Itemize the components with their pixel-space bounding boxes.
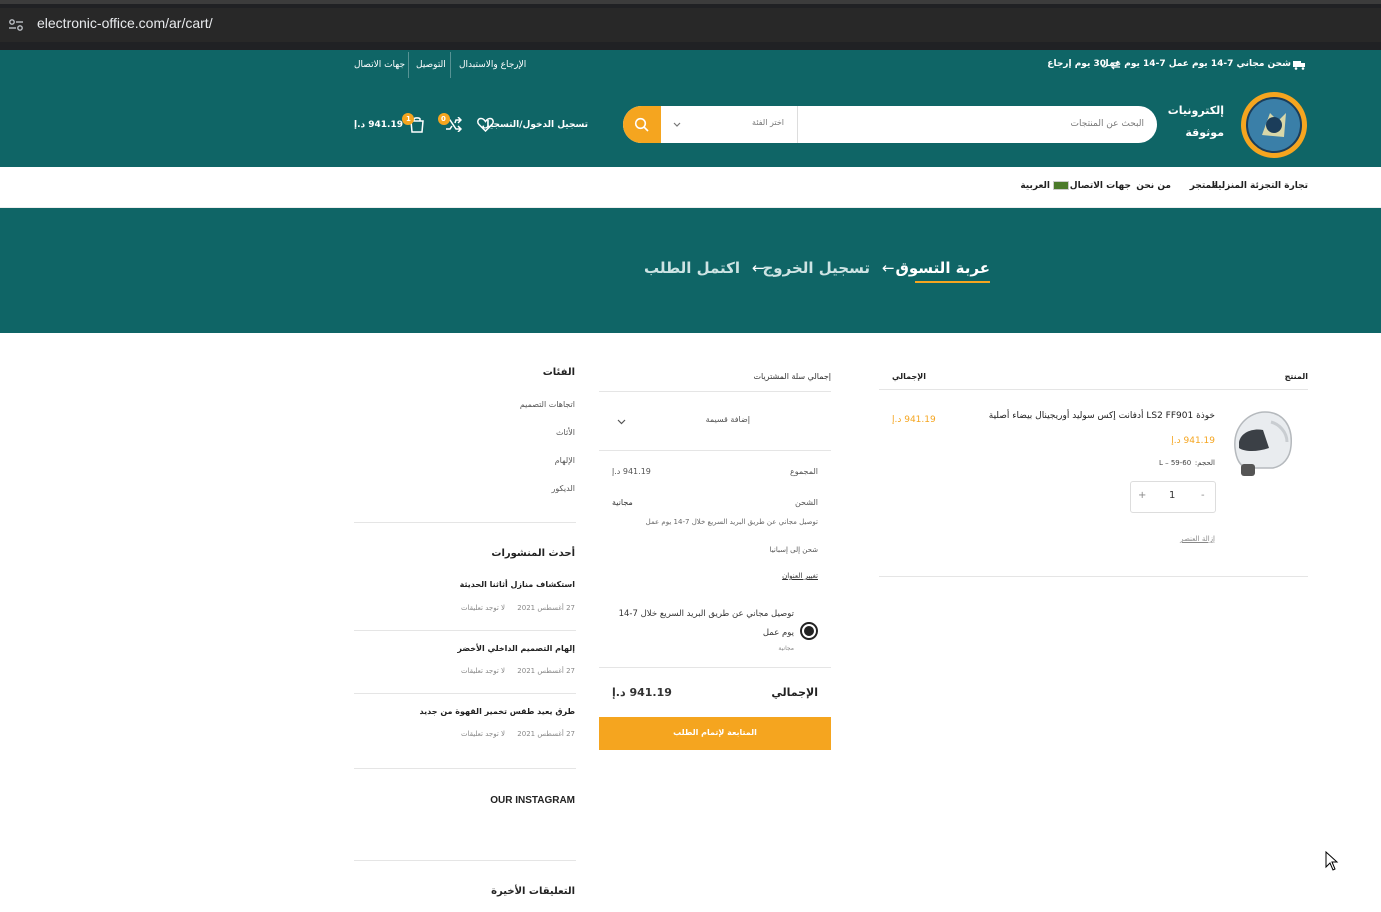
divider: [599, 391, 831, 392]
nav-item-about[interactable]: من نحن: [1136, 181, 1171, 191]
step-checkout[interactable]: تسجيل الخروج: [763, 259, 871, 277]
post-title[interactable]: إلهام التصميم الداخلي الأخضر: [457, 644, 575, 653]
cart-totals-heading: إجمالي سلة المشتريات: [753, 372, 831, 381]
cart-total[interactable]: 941.19 د.إ: [354, 120, 403, 130]
post-comments[interactable]: لا توجد تعليقات: [461, 604, 505, 612]
shipping-option-label-1: توصيل مجاني عن طريق البريد السريع خلال 7…: [618, 609, 794, 619]
add-coupon-toggle[interactable]: إضافة قسيمة: [706, 415, 750, 424]
active-step-underline: [915, 281, 990, 283]
nav-item-home-retail[interactable]: تجارة التجزئة المنزلية: [1213, 181, 1308, 191]
top-link-contact[interactable]: جهات الاتصال: [354, 60, 405, 70]
top-link-delivery[interactable]: التوصيل: [416, 60, 446, 70]
divider: [450, 52, 451, 78]
divider: [599, 667, 831, 668]
product-image[interactable]: [1227, 408, 1295, 480]
category-link[interactable]: الإلهام: [555, 456, 575, 465]
categories-heading: الفئات: [542, 367, 575, 378]
subtotal-label: المجموع: [790, 467, 818, 476]
qty-value[interactable]: 1: [1169, 490, 1175, 501]
url-text[interactable]: electronic-office.com/ar/cart/: [37, 15, 213, 31]
brand-name-line2: موثوقة: [1185, 126, 1224, 139]
qty-plus-button[interactable]: +: [1138, 490, 1146, 501]
search-icon: [634, 117, 649, 132]
radio-selected-dot: [804, 626, 814, 636]
shipping-option-price: مجانية: [778, 645, 794, 652]
remove-item-link[interactable]: إزالة العنصر: [1180, 535, 1215, 543]
divider: [354, 693, 576, 694]
mouse-cursor-icon: [1325, 851, 1339, 871]
divider: [879, 576, 1308, 577]
line-total: 941.19 د.إ: [892, 415, 936, 425]
category-placeholder: اختر الفئة: [752, 118, 784, 127]
nav-item-contact[interactable]: جهات الاتصال: [1070, 181, 1131, 191]
size-label: الحجم:: [1194, 459, 1215, 467]
col-header-product: المنتج: [1284, 372, 1308, 381]
recent-comments-heading: التعليقات الأخيرة: [491, 886, 575, 897]
product-name[interactable]: خوذة LS2 FF901 أدفانت إكس سوليد أوريجينا…: [989, 411, 1215, 421]
login-link[interactable]: تسجيل الدخول/التسجيل: [482, 120, 588, 130]
size-value: L – 59-60: [1159, 459, 1192, 467]
change-address-link[interactable]: تغيير العنوان: [782, 572, 818, 580]
chevron-down-icon[interactable]: [617, 419, 626, 425]
step-cart[interactable]: عربة التسوق: [895, 259, 990, 277]
search-input[interactable]: البحث عن المنتجات: [1071, 119, 1144, 129]
heart-icon[interactable]: [477, 117, 494, 132]
chevron-down-icon: [673, 122, 681, 127]
divider: [354, 630, 576, 631]
recent-posts-heading: أحدث المنشورات: [491, 548, 575, 559]
shipping-label: الشحن: [794, 498, 818, 507]
shipping-value: مجانية: [612, 498, 633, 507]
main-nav: [0, 167, 1381, 208]
post-comments[interactable]: لا توجد تعليقات: [461, 730, 505, 738]
top-link-returns[interactable]: الإرجاع والاستبدال: [459, 60, 526, 70]
flag-icon: [1053, 181, 1069, 190]
post-date: 27 أغسطس 2021: [517, 730, 575, 738]
step-arrow: ←: [882, 259, 895, 277]
post-date: 27 أغسطس 2021: [517, 604, 575, 612]
divider: [354, 860, 576, 861]
shipping-note: توصيل مجاني عن طريق البريد السريع خلال 7…: [645, 518, 818, 526]
category-link[interactable]: الديكور: [552, 484, 576, 493]
browser-top-strip: [0, 0, 1381, 4]
cart-count: 1: [406, 115, 411, 123]
col-header-total: الإجمالي: [892, 372, 926, 381]
category-link[interactable]: اتجاهات التصميم: [520, 400, 575, 409]
step-arrow: ←: [752, 259, 765, 277]
post-title[interactable]: طرق يعيد طقس تخمير القهوة من جديد: [420, 707, 575, 716]
product-price: 941.19 د.إ: [1171, 436, 1215, 446]
return-icon: [1110, 60, 1121, 70]
total-value: 941.19 د.إ: [612, 686, 672, 699]
step-complete: اكتمل الطلب: [643, 259, 740, 277]
post-title[interactable]: استكشاف منازل أثاثنا الحديثة: [460, 580, 575, 589]
site-settings-icon[interactable]: [8, 17, 24, 33]
divider: [408, 52, 409, 78]
instagram-heading: OUR INSTAGRAM: [490, 795, 575, 806]
divider: [354, 522, 576, 523]
ship-to-text: شحن إلى إسبانيا: [769, 546, 818, 554]
divider: [354, 768, 576, 769]
brand-name-line1: إلكترونيات: [1167, 104, 1224, 117]
post-comments[interactable]: لا توجد تعليقات: [461, 667, 505, 675]
subtotal-value: 941.19 د.إ: [612, 467, 651, 476]
browser-bar: electronic-office.com/ar/cart/: [0, 0, 1381, 50]
total-label: الإجمالي: [771, 686, 818, 699]
truck-icon: [1293, 61, 1305, 70]
post-date: 27 أغسطس 2021: [517, 667, 575, 675]
divider: [599, 450, 831, 451]
category-link[interactable]: الأثاث: [556, 428, 575, 437]
brand-logo[interactable]: [1240, 91, 1308, 159]
returns-text: 30 يوم إرجاع: [1047, 59, 1106, 69]
nav-item-language[interactable]: العربية: [1020, 181, 1050, 191]
divider: [879, 389, 1308, 390]
checkout-button-label[interactable]: المتابعة لإتمام الطلب: [599, 728, 831, 737]
compare-count: 0: [441, 115, 446, 123]
shipping-option-label-2: يوم عمل: [762, 628, 794, 638]
nav-item-shop[interactable]: المتجر: [1190, 181, 1218, 191]
free-shipping-text: شحن مجاني 7-14 يوم عمل 7-14 يوم عمل: [1100, 59, 1291, 69]
qty-minus-button[interactable]: -: [1201, 490, 1205, 501]
